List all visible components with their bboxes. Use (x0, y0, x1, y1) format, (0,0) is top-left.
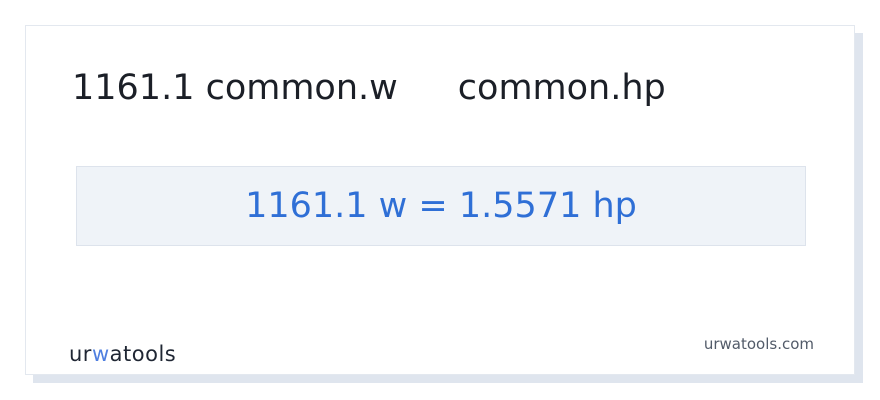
logo-wordmark: urwatools (69, 342, 176, 366)
page: 1161.1 common.w common.hp 1161.1 w = 1.55… (0, 0, 880, 400)
urwatools-logo[interactable]: urwatools (69, 336, 176, 366)
from-unit-label: 1161.1 common.w (72, 68, 398, 108)
result-text: 1161.1 w = 1.5571 hp (245, 186, 637, 226)
logo-accent: w (91, 342, 110, 366)
logo-prefix: ur (69, 342, 92, 366)
result-box: 1161.1 w = 1.5571 hp (76, 166, 806, 246)
logo-suffix: atools (109, 342, 177, 366)
converter-card: 1161.1 common.w common.hp 1161.1 w = 1.55… (25, 25, 855, 375)
to-unit-label: common.hp (457, 68, 666, 108)
conversion-heading: 1161.1 common.w common.hp (72, 66, 666, 110)
site-url[interactable]: urwatools.com (704, 334, 814, 354)
